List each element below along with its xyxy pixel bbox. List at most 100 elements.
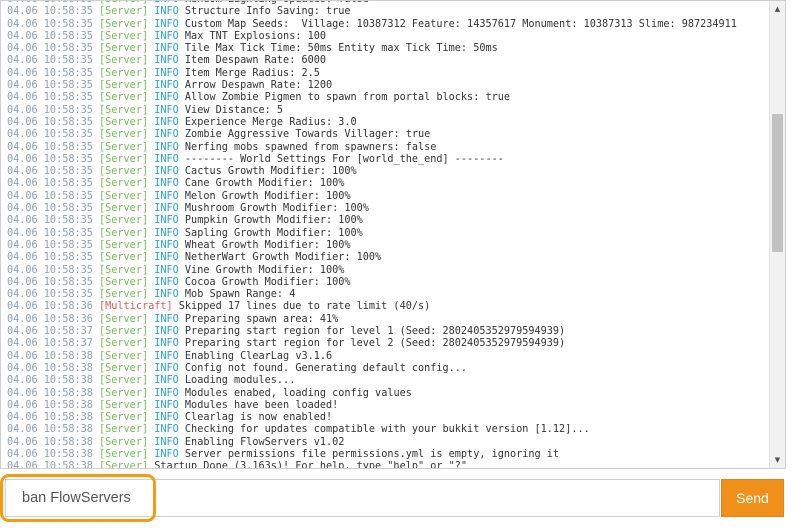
log-source: [Server] [99, 362, 149, 374]
console-line: 04.06 10:58:35 [Server] INFO Custom Map … [7, 19, 775, 31]
console-line: 04.06 10:58:35 [Server] INFO Cane Growth… [7, 178, 775, 190]
console-line: 04.06 10:58:35 [Server] INFO Pumpkin Gro… [7, 215, 775, 227]
console-line: 04.06 10:58:38 [Server] INFO Enabling Cl… [7, 351, 775, 363]
log-source: [Server] [99, 239, 149, 251]
log-message: Item Merge Radius: 2.5 [184, 67, 320, 79]
log-message: Cocoa Growth Modifier: 100% [184, 276, 351, 288]
log-level: INFO [154, 203, 179, 215]
console-panel[interactable]: 04.06 10:58:35 [Server] INFO Random Ligh… [0, 0, 786, 469]
log-message: Startup Done (3.163s)! For help, type "h… [154, 461, 468, 469]
log-level: INFO [154, 190, 179, 202]
log-level: INFO [154, 18, 179, 30]
log-message: Mob Spawn Range: 4 [184, 289, 296, 301]
log-level: INFO [154, 350, 179, 362]
log-timestamp: 04.06 10:58:38 [7, 375, 93, 387]
log-message: Checking for updates compatible with you… [184, 424, 590, 436]
console-line: 04.06 10:58:35 [Server] INFO Tile Max Ti… [7, 43, 775, 55]
log-level: INFO [154, 338, 179, 350]
log-source: [Server] [99, 203, 149, 215]
console-line: 04.06 10:58:35 [Server] INFO NetherWart … [7, 252, 775, 264]
log-message: Item Despawn Rate: 6000 [184, 55, 326, 67]
log-source: [Multicraft] [99, 301, 173, 313]
log-source: [Server] [99, 67, 149, 79]
log-timestamp: 04.06 10:58:35 [7, 80, 93, 92]
log-level: INFO [154, 264, 179, 276]
log-level: INFO [154, 326, 179, 338]
console-line: 04.06 10:58:35 [Server] INFO Max TNT Exp… [7, 31, 775, 43]
log-source: [Server] [99, 116, 149, 128]
console-line: 04.06 10:58:35 [Server] INFO Experience … [7, 117, 775, 129]
log-message: Config not found. Generating default con… [184, 362, 468, 374]
log-timestamp: 04.06 10:58:35 [7, 153, 93, 165]
log-source: [Server] [99, 153, 149, 165]
scroll-up-icon[interactable]: ▲ [770, 2, 785, 16]
log-level: INFO [154, 276, 179, 288]
log-source: [Server] [99, 178, 149, 190]
log-timestamp: 04.06 10:58:35 [7, 129, 93, 141]
log-source: [Server] [99, 289, 149, 301]
scroll-thumb[interactable] [772, 114, 783, 252]
console-line: 04.06 10:58:35 [Server] INFO Mob Spawn R… [7, 289, 775, 301]
log-source: [Server] [99, 30, 149, 42]
console-line: 04.06 10:58:38 [Server] INFO Clearlag is… [7, 412, 775, 424]
log-source: [Server] [99, 92, 149, 104]
log-source: [Server] [99, 448, 149, 460]
console-line: 04.06 10:58:38 [Server] INFO Config not … [7, 363, 775, 375]
log-timestamp: 04.06 10:58:38 [7, 387, 93, 399]
log-source: [Server] [99, 276, 149, 288]
console-line: 04.06 10:58:35 [Server] INFO -------- Wo… [7, 154, 775, 166]
command-input[interactable] [5, 479, 720, 517]
command-bar: Send [0, 474, 786, 522]
log-timestamp: 04.06 10:58:35 [7, 227, 93, 239]
log-message: Experience Merge Radius: 3.0 [184, 116, 357, 128]
log-message: Vine Growth Modifier: 100% [184, 264, 345, 276]
log-source: [Server] [99, 313, 149, 325]
log-level: INFO [154, 215, 179, 227]
console-line: 04.06 10:58:37 [Server] INFO Preparing s… [7, 338, 775, 350]
log-level: INFO [154, 92, 179, 104]
console-line: 04.06 10:58:38 [Server] INFO Enabling Fl… [7, 437, 775, 449]
console-line: 04.06 10:58:38 [Server] INFO Checking fo… [7, 424, 775, 436]
log-source: [Server] [99, 18, 149, 30]
log-message: Preparing start region for level 2 (Seed… [184, 338, 566, 350]
log-timestamp: 04.06 10:58:38 [7, 399, 93, 411]
log-message: Enabling FlowServers v1.02 [184, 436, 345, 448]
console-log: 04.06 10:58:35 [Server] INFO Random Ligh… [1, 1, 775, 469]
console-scrollbar[interactable]: ▲ ▼ [769, 1, 785, 468]
log-level: INFO [154, 424, 179, 436]
log-message: Preparing spawn area: 41% [184, 313, 339, 325]
log-timestamp: 04.06 10:58:35 [7, 289, 93, 301]
console-line: 04.06 10:58:35 [Server] INFO Item Despaw… [7, 55, 775, 67]
log-message: Tile Max Tick Time: 50ms Entity max Tick… [184, 43, 498, 55]
log-level: INFO [154, 67, 179, 79]
console-line: 04.06 10:58:38 [Server] INFO Server perm… [7, 449, 775, 461]
console-line: 04.06 10:58:35 [Server] INFO Mushroom Gr… [7, 203, 775, 215]
log-message: Loading modules... [184, 375, 296, 387]
log-level: INFO [154, 55, 179, 67]
scroll-down-icon[interactable]: ▼ [770, 453, 785, 467]
log-message: Enabling ClearLag v3.1.6 [184, 350, 333, 362]
log-timestamp: 04.06 10:58:35 [7, 30, 93, 42]
log-level: INFO [154, 313, 179, 325]
console-line: 04.06 10:58:35 [Server] INFO Sapling Gro… [7, 228, 775, 240]
log-level: INFO [154, 104, 179, 116]
log-level: INFO [154, 178, 179, 190]
console-line: 04.06 10:58:38 [Server] INFO Loading mod… [7, 375, 775, 387]
log-timestamp: 04.06 10:58:38 [7, 362, 93, 374]
log-timestamp: 04.06 10:58:37 [7, 326, 93, 338]
log-source: [Server] [99, 1, 148, 5]
console-line: 04.06 10:58:35 [Server] INFO Zombie Aggr… [7, 129, 775, 141]
log-message: Cactus Growth Modifier: 100% [184, 166, 357, 178]
log-message: Arrow Despawn Rate: 1200 [184, 80, 333, 92]
log-message: Zombie Aggressive Towards Villager: true [184, 129, 431, 141]
console-line: 04.06 10:58:38 [Server] INFO Modules hav… [7, 400, 775, 412]
log-message: Modules have been loaded! [184, 399, 339, 411]
log-level: INFO [154, 399, 179, 411]
log-level: INFO [154, 252, 179, 264]
log-source: [Server] [99, 129, 149, 141]
log-message: Structure Info Saving: true [184, 6, 351, 18]
send-button[interactable]: Send [721, 479, 784, 517]
log-message: View Distance: 5 [184, 104, 284, 116]
log-timestamp: 04.06 10:58:35 [7, 43, 93, 55]
log-level: INFO [154, 227, 179, 239]
